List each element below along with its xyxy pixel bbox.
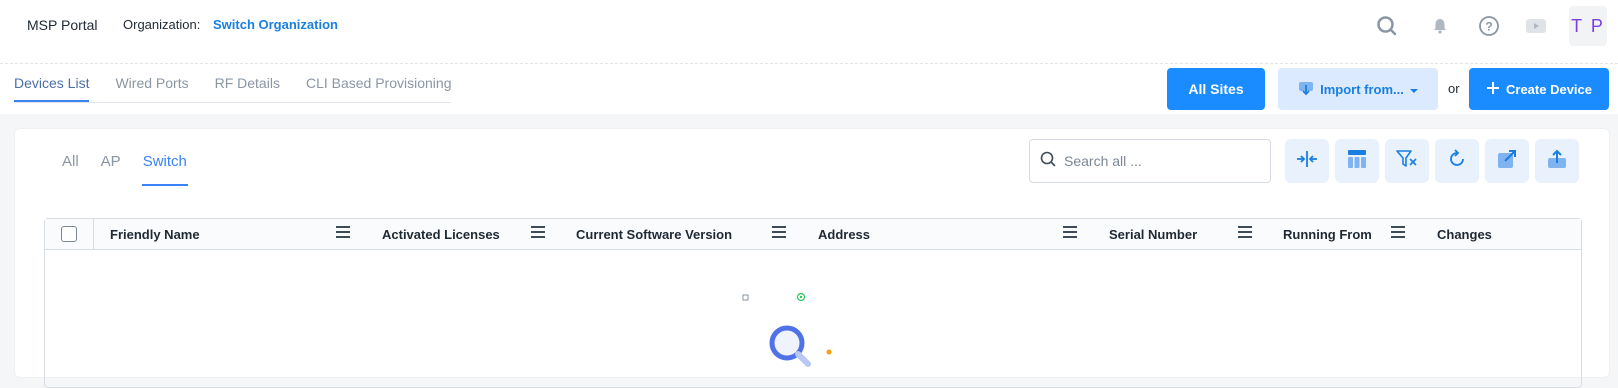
import-icon — [1298, 80, 1314, 99]
or-separator: or — [1448, 81, 1460, 96]
column-header-friendly-name[interactable]: Friendly Name — [110, 227, 200, 242]
table-header: Friendly Name Activated Licenses Current… — [45, 219, 1581, 250]
search-icon — [1040, 151, 1056, 172]
clear-filter-icon — [1395, 148, 1419, 175]
column-header-activated-licenses[interactable]: Activated Licenses — [382, 227, 500, 242]
plus-icon — [1486, 81, 1500, 98]
caret-down-icon — [1409, 82, 1418, 97]
devices-card: All AP Switch Search all ... Friendly Na… — [14, 128, 1610, 388]
column-menu-icon[interactable] — [531, 226, 545, 240]
device-type-filter-tabs: All AP Switch — [61, 151, 208, 186]
column-layout-button[interactable] — [1335, 139, 1379, 183]
collapse-columns-icon — [1296, 149, 1318, 174]
search-input[interactable] — [1064, 153, 1254, 169]
top-bar: MSP Portal Organization: Switch Organiza… — [0, 0, 1618, 64]
select-all-checkbox[interactable] — [61, 226, 77, 242]
all-sites-button[interactable]: All Sites — [1167, 68, 1265, 110]
refresh-icon — [1446, 148, 1468, 175]
brand-title[interactable]: MSP Portal — [27, 17, 98, 33]
column-menu-icon[interactable] — [1238, 226, 1252, 240]
column-menu-icon[interactable] — [1391, 226, 1405, 240]
tab-cli-based-provisioning[interactable]: CLI Based Provisioning — [306, 75, 452, 102]
column-menu-icon[interactable] — [336, 226, 350, 240]
tab-wired-ports[interactable]: Wired Ports — [115, 75, 188, 102]
export-button[interactable] — [1535, 139, 1579, 183]
column-header-address[interactable]: Address — [818, 227, 870, 242]
column-header-serial-number[interactable]: Serial Number — [1109, 227, 1197, 242]
user-avatar[interactable]: T P — [1569, 6, 1607, 46]
column-header-current-software-version[interactable]: Current Software Version — [576, 227, 732, 242]
column-header-running-from[interactable]: Running From — [1283, 227, 1372, 242]
filter-tab-ap[interactable]: AP — [100, 151, 122, 186]
create-device-label: Create Device — [1506, 81, 1592, 97]
column-header-changes[interactable]: Changes — [1437, 227, 1492, 242]
column-layout-icon — [1346, 148, 1368, 175]
import-from-button[interactable]: Import from... — [1278, 68, 1438, 110]
filter-tab-all[interactable]: All — [61, 151, 80, 186]
select-all-cell — [45, 219, 94, 249]
column-menu-icon[interactable] — [1063, 226, 1077, 240]
import-from-label: Import from... — [1320, 81, 1404, 97]
search-icon[interactable] — [1375, 14, 1399, 38]
empty-state-illustration — [735, 287, 855, 377]
export-icon — [1546, 148, 1568, 175]
create-device-button[interactable]: Create Device — [1469, 68, 1609, 110]
bell-icon[interactable] — [1428, 14, 1452, 38]
search-box — [1029, 139, 1271, 183]
collapse-columns-button[interactable] — [1285, 139, 1329, 183]
tab-devices-list[interactable]: Devices List — [14, 75, 90, 102]
svg-text:?: ? — [1485, 20, 1492, 34]
column-menu-icon[interactable] — [772, 226, 786, 240]
organization-name-link[interactable]: Switch Organization — [213, 17, 338, 32]
devices-tab-list: Devices List Wired Ports RF Details CLI … — [14, 75, 452, 103]
open-external-icon — [1496, 148, 1518, 175]
organization-label: Organization: — [123, 17, 201, 32]
sub-navigation-bar: Devices List Wired Ports RF Details CLI … — [0, 64, 1618, 114]
filter-tab-switch[interactable]: Switch — [141, 151, 188, 186]
devices-table: Friendly Name Activated Licenses Current… — [44, 218, 1582, 388]
video-icon[interactable] — [1524, 14, 1548, 38]
open-external-button[interactable] — [1485, 139, 1529, 183]
refresh-button[interactable] — [1435, 139, 1479, 183]
help-icon[interactable]: ? — [1477, 14, 1501, 38]
clear-filter-button[interactable] — [1385, 139, 1429, 183]
tab-rf-details[interactable]: RF Details — [215, 75, 280, 102]
